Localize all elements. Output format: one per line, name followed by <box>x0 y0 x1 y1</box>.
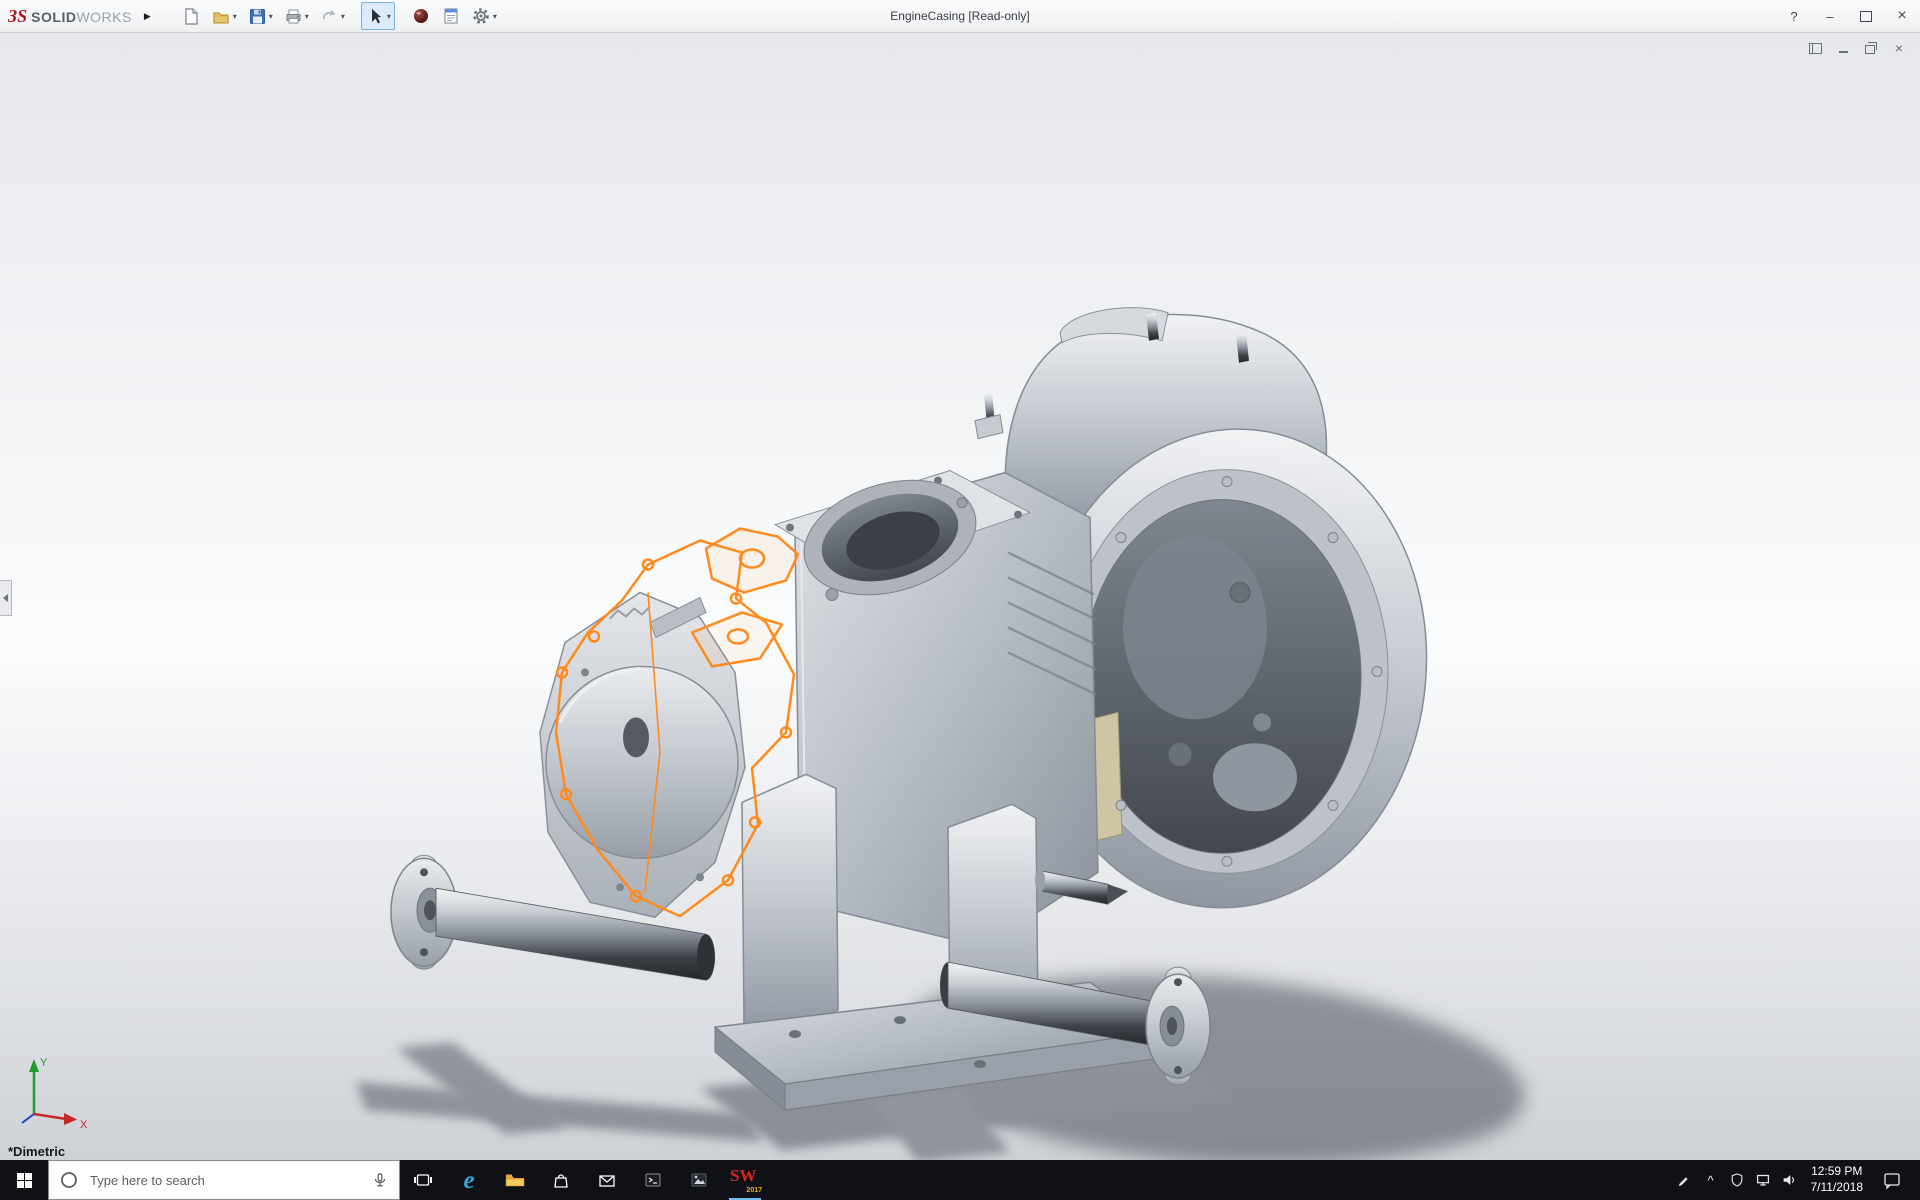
solidworks-app-icon: SW 2017 <box>730 1166 762 1194</box>
taskbar-search[interactable] <box>48 1160 400 1200</box>
mail-button[interactable] <box>584 1160 630 1200</box>
sw-year-badge: 2017 <box>746 1187 762 1194</box>
open-folder-icon <box>213 12 229 24</box>
maximize-button[interactable] <box>1848 0 1884 32</box>
save-floppy-icon <box>249 9 265 24</box>
triad-x-label: X <box>80 1119 88 1131</box>
windows-taskbar: e SW <box>0 1160 1920 1200</box>
document-window-controls: × <box>1808 41 1906 55</box>
network-button[interactable] <box>1750 1160 1776 1200</box>
logo-text-solid: SOLID <box>31 8 77 25</box>
windows-ink-pen-button[interactable] <box>1672 1160 1698 1200</box>
document-properties-icon <box>444 8 458 24</box>
taskbar-clock[interactable]: 12:59 PM 7/11/2018 <box>1802 1164 1873 1195</box>
sw-badge: SW <box>730 1166 757 1185</box>
maximize-icon <box>1860 10 1872 22</box>
options-gear-icon <box>473 8 489 24</box>
volume-button[interactable] <box>1776 1160 1802 1200</box>
document-properties-button[interactable] <box>437 2 465 30</box>
security-button[interactable] <box>1724 1160 1750 1200</box>
clock-date: 7/11/2018 <box>1810 1180 1864 1194</box>
file-explorer-icon <box>505 1174 525 1187</box>
system-tray: ^ 12:59 PM 7/11/2018 <box>1672 1160 1920 1200</box>
engine-casing-3d-model[interactable] <box>0 33 1920 1160</box>
print-dropdown-caret[interactable]: ▾ <box>305 12 309 21</box>
options-button[interactable]: ▾ <box>467 2 501 30</box>
appearance-sphere-icon <box>413 9 428 23</box>
edge-button[interactable]: e <box>446 1160 492 1200</box>
solidworks-logo: ЗS SOLID WORKS <box>0 6 132 27</box>
start-button[interactable] <box>0 1160 48 1200</box>
dock-pane-icon[interactable] <box>1808 41 1822 55</box>
logo-text-works: WORKS <box>76 8 132 25</box>
appearance-button[interactable] <box>407 2 435 30</box>
open-document-button[interactable]: ▾ <box>207 2 241 30</box>
store-bag-icon <box>554 1174 568 1188</box>
print-icon <box>286 9 301 24</box>
options-dropdown-caret[interactable]: ▾ <box>493 12 497 21</box>
select-arrow-icon <box>371 9 381 24</box>
store-button[interactable] <box>538 1160 584 1200</box>
document-minimize-icon[interactable] <box>1836 41 1850 55</box>
window-controls: ? – × <box>1776 0 1920 32</box>
document-close-icon[interactable]: × <box>1892 41 1906 55</box>
print-button[interactable]: ▾ <box>279 2 313 30</box>
tray-overflow-button[interactable]: ^ <box>1698 1160 1724 1200</box>
graphics-area[interactable]: × Y X *Dimetric <box>0 33 1920 1160</box>
photos-icon <box>691 1173 707 1187</box>
network-icon <box>1756 1174 1769 1186</box>
task-view-icon <box>414 1174 432 1186</box>
cortana-circle-icon[interactable] <box>59 1170 79 1190</box>
clock-time: 12:59 PM <box>1811 1164 1863 1179</box>
undo-button[interactable]: ▾ <box>315 2 349 30</box>
search-input[interactable] <box>88 1171 362 1189</box>
view-orientation-label: *Dimetric <box>8 1144 66 1159</box>
new-document-icon <box>185 8 198 25</box>
titlebar: ЗS SOLID WORKS ▶ ▾ ▾ ▾ ▾ ▾ ▾ EngineCasin… <box>0 0 1920 33</box>
close-button[interactable]: × <box>1884 0 1920 32</box>
minimize-button[interactable]: – <box>1812 0 1848 32</box>
solidworks-taskbar-button[interactable]: SW 2017 <box>722 1160 768 1200</box>
action-center-icon <box>1884 1173 1900 1190</box>
task-view-button[interactable] <box>400 1160 446 1200</box>
3ds-logo-mark: ЗS <box>8 5 28 26</box>
undo-arrow-icon <box>322 9 336 20</box>
open-dropdown-caret[interactable]: ▾ <box>233 12 237 21</box>
new-document-button[interactable] <box>177 2 205 30</box>
file-explorer-button[interactable] <box>492 1160 538 1200</box>
save-dropdown-caret[interactable]: ▾ <box>269 12 273 21</box>
orientation-triad: Y X <box>21 1057 88 1131</box>
edge-icon: e <box>463 1166 475 1194</box>
help-button[interactable]: ? <box>1776 0 1812 32</box>
triad-y-label: Y <box>40 1057 48 1069</box>
document-restore-icon[interactable] <box>1864 41 1878 55</box>
shield-icon <box>1731 1173 1742 1187</box>
windows-logo-icon <box>16 1172 32 1188</box>
collapse-arrow-icon <box>3 593 8 602</box>
microphone-icon[interactable] <box>371 1170 389 1190</box>
toolbar-flyout-arrow-icon[interactable]: ▶ <box>144 11 151 22</box>
command-prompt-button[interactable] <box>630 1160 676 1200</box>
save-button[interactable]: ▾ <box>243 2 277 30</box>
select-dropdown-caret[interactable]: ▾ <box>387 12 391 21</box>
photos-button[interactable] <box>676 1160 722 1200</box>
feature-manager-collapsed-tab[interactable] <box>0 579 12 616</box>
mail-envelope-icon <box>599 1175 615 1187</box>
action-center-button[interactable] <box>1872 1160 1912 1200</box>
pen-icon <box>1678 1177 1688 1187</box>
speaker-icon <box>1783 1175 1794 1185</box>
quick-access-toolbar: ▾ ▾ ▾ ▾ ▾ ▾ <box>177 2 503 30</box>
command-prompt-icon <box>645 1173 661 1187</box>
document-title: EngineCasing [Read-only] <box>890 9 1030 23</box>
select-tool-button[interactable]: ▾ <box>360 2 395 30</box>
undo-dropdown-caret[interactable]: ▾ <box>341 12 345 21</box>
